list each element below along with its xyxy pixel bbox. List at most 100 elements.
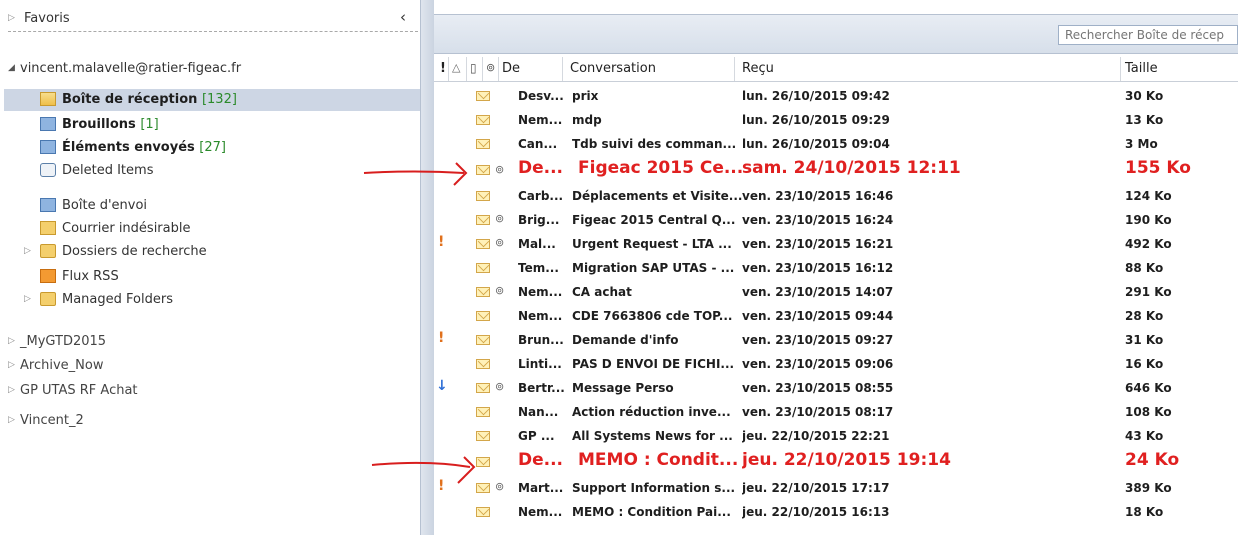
unread-count: [1] bbox=[140, 117, 159, 132]
folder-item[interactable]: Courrier indésirable bbox=[32, 218, 420, 240]
low-importance-icon: ↓ bbox=[436, 378, 448, 394]
message-size: 155 Ko bbox=[1125, 158, 1191, 178]
folder-item[interactable]: Deleted Items bbox=[32, 160, 420, 182]
subject: Déplacements et Visite... bbox=[572, 189, 742, 203]
outbox-folder-icon bbox=[40, 198, 56, 212]
received-date: ven. 23/10/2015 09:27 bbox=[742, 333, 894, 347]
sender: De... bbox=[518, 158, 564, 178]
pane-splitter[interactable] bbox=[420, 0, 435, 535]
envelope-icon bbox=[476, 215, 490, 225]
received-date: ven. 23/10/2015 14:07 bbox=[742, 285, 894, 299]
mailbox-root[interactable]: ▷ _MyGTD2015 bbox=[0, 331, 420, 353]
envelope-icon bbox=[476, 457, 490, 467]
from-column-header[interactable]: De bbox=[502, 61, 520, 76]
envelope-icon bbox=[476, 483, 490, 493]
folder-label: Éléments envoyés [27] bbox=[62, 140, 226, 155]
expand-triangle-icon[interactable]: ▷ bbox=[8, 336, 15, 346]
attachment-column-icon[interactable]: ⊚ bbox=[486, 61, 495, 74]
message-row[interactable]: Nem... mdp lun. 26/10/2015 09:29 13 Ko bbox=[434, 109, 1238, 133]
sender: Nem... bbox=[518, 309, 563, 323]
subject: Demande d'info bbox=[572, 333, 679, 347]
subject: CA achat bbox=[572, 285, 632, 299]
item-type-column-icon[interactable]: ▯ bbox=[470, 61, 477, 75]
folder-item[interactable]: ▷ Managed Folders bbox=[24, 289, 420, 311]
envelope-icon bbox=[476, 91, 490, 101]
message-row[interactable]: Carb... Déplacements et Visite... ven. 23/… bbox=[434, 185, 1238, 209]
folder-name: Brouillons bbox=[62, 117, 136, 132]
message-row[interactable]: Nem... MEMO : Condition Pai... jeu. 22/10/… bbox=[434, 501, 1238, 525]
expand-triangle-icon[interactable]: ▷ bbox=[8, 415, 15, 425]
collapse-pane-icon[interactable]: ‹ bbox=[400, 8, 406, 26]
sender: Nan... bbox=[518, 405, 559, 419]
folder-item[interactable]: Éléments envoyés [27] bbox=[32, 137, 420, 159]
message-size: 88 Ko bbox=[1125, 261, 1164, 275]
mailbox-root[interactable]: ▷ GP UTAS RF Achat bbox=[0, 380, 420, 402]
column-divider[interactable] bbox=[482, 57, 483, 81]
favorites-header[interactable]: ▷ Favoris ‹ bbox=[0, 8, 420, 38]
collapse-triangle-icon[interactable]: ◢ bbox=[8, 63, 15, 73]
expand-triangle-icon[interactable]: ▷ bbox=[8, 13, 15, 23]
message-row[interactable]: GP ... All Systems News for ... jeu. 22/10… bbox=[434, 425, 1238, 449]
received-column-header[interactable]: Reçu bbox=[742, 61, 774, 76]
sender: Brig... bbox=[518, 213, 560, 227]
subject: Urgent Request - LTA ... bbox=[572, 237, 732, 251]
received-date: lun. 26/10/2015 09:29 bbox=[742, 113, 890, 127]
column-divider[interactable] bbox=[466, 57, 467, 81]
high-importance-icon: ! bbox=[438, 234, 445, 250]
favorites-divider bbox=[8, 31, 418, 32]
message-row[interactable]: ! ⊚ Mart... Support Information s... jeu. 22… bbox=[434, 477, 1238, 501]
folder-item[interactable]: ▷ Dossiers de recherche bbox=[24, 241, 420, 263]
message-row[interactable]: Tem... Migration SAP UTAS - ... ven. 23/10… bbox=[434, 257, 1238, 281]
message-row[interactable]: ⊚ Nem... CA achat ven. 23/10/2015 14:07 291 … bbox=[434, 281, 1238, 305]
sender: Brun... bbox=[518, 333, 564, 347]
received-date: jeu. 22/10/2015 16:13 bbox=[742, 505, 890, 519]
message-row[interactable]: Nan... Action réduction inve... ven. 23/10… bbox=[434, 401, 1238, 425]
expand-triangle-icon[interactable]: ▷ bbox=[8, 385, 15, 395]
received-date: ven. 23/10/2015 16:12 bbox=[742, 261, 894, 275]
message-row[interactable]: ⊚ De... Figeac 2015 Ce... sam. 24/10/2015 1… bbox=[434, 157, 1238, 185]
folder-name: Managed Folders bbox=[62, 292, 173, 307]
expand-triangle-icon[interactable]: ▷ bbox=[24, 294, 31, 304]
folder-item[interactable]: Flux RSS bbox=[32, 266, 420, 288]
expand-triangle-icon[interactable]: ▷ bbox=[8, 360, 15, 370]
message-row[interactable]: ↓ ⊚ Bertr... Message Perso ven. 23/10/2015 0… bbox=[434, 377, 1238, 401]
folder-item[interactable]: Brouillons [1] bbox=[32, 114, 420, 136]
reminder-column-icon[interactable]: △ bbox=[452, 61, 460, 74]
mailbox-root-label: _MyGTD2015 bbox=[20, 334, 107, 349]
envelope-icon bbox=[476, 139, 490, 149]
folder-item[interactable]: Boîte de réception [132] bbox=[4, 89, 420, 111]
search-input[interactable] bbox=[1058, 25, 1238, 45]
message-row[interactable]: ⊚ Brig... Figeac 2015 Central Q... ven. 23/… bbox=[434, 209, 1238, 233]
column-divider[interactable] bbox=[1120, 57, 1121, 81]
message-row[interactable]: Can... Tdb suivi des comman... lun. 26/10/… bbox=[434, 133, 1238, 157]
expand-triangle-icon[interactable]: ▷ bbox=[24, 246, 31, 256]
message-row[interactable]: Nem... CDE 7663806 cde TOP... ven. 23/10/2… bbox=[434, 305, 1238, 329]
message-row[interactable]: Linti... PAS D ENVOI DE FICHI... ven. 23/1… bbox=[434, 353, 1238, 377]
received-date: ven. 23/10/2015 09:44 bbox=[742, 309, 894, 323]
message-row[interactable]: De... MEMO : Condit... jeu. 22/10/2015 19:… bbox=[434, 449, 1238, 477]
managed-folder-icon bbox=[40, 292, 56, 306]
conversation-column-header[interactable]: Conversation bbox=[570, 61, 656, 76]
message-row[interactable]: ! ⊚ Mal... Urgent Request - LTA ... ven. 23/… bbox=[434, 233, 1238, 257]
account-node[interactable]: ◢ vincent.malavelle@ratier-figeac.fr bbox=[0, 58, 420, 82]
folder-label: Dossiers de recherche bbox=[62, 244, 207, 259]
column-divider[interactable] bbox=[448, 57, 449, 81]
importance-column-header[interactable]: ! bbox=[440, 61, 446, 76]
column-divider[interactable] bbox=[498, 57, 499, 81]
message-size: 28 Ko bbox=[1125, 309, 1164, 323]
folder-name: Boîte de réception bbox=[62, 92, 198, 107]
folder-item[interactable]: Boîte d'envoi bbox=[32, 195, 420, 217]
message-size: 124 Ko bbox=[1125, 189, 1172, 203]
mailbox-root[interactable]: ▷ Vincent_2 bbox=[0, 410, 420, 432]
received-date: jeu. 22/10/2015 22:21 bbox=[742, 429, 890, 443]
column-divider[interactable] bbox=[562, 57, 563, 81]
envelope-icon bbox=[476, 407, 490, 417]
message-row[interactable]: ! Brun... Demande d'info ven. 23/10/2015 09… bbox=[434, 329, 1238, 353]
mailbox-root[interactable]: ▷ Archive_Now bbox=[0, 355, 420, 377]
subject: Figeac 2015 Ce... bbox=[578, 158, 742, 178]
message-size: 389 Ko bbox=[1125, 481, 1172, 495]
message-row[interactable]: Desv... prix lun. 26/10/2015 09:42 30 Ko bbox=[434, 85, 1238, 109]
size-column-header[interactable]: Taille bbox=[1125, 61, 1158, 76]
search-bar bbox=[434, 14, 1238, 54]
column-divider[interactable] bbox=[734, 57, 735, 81]
